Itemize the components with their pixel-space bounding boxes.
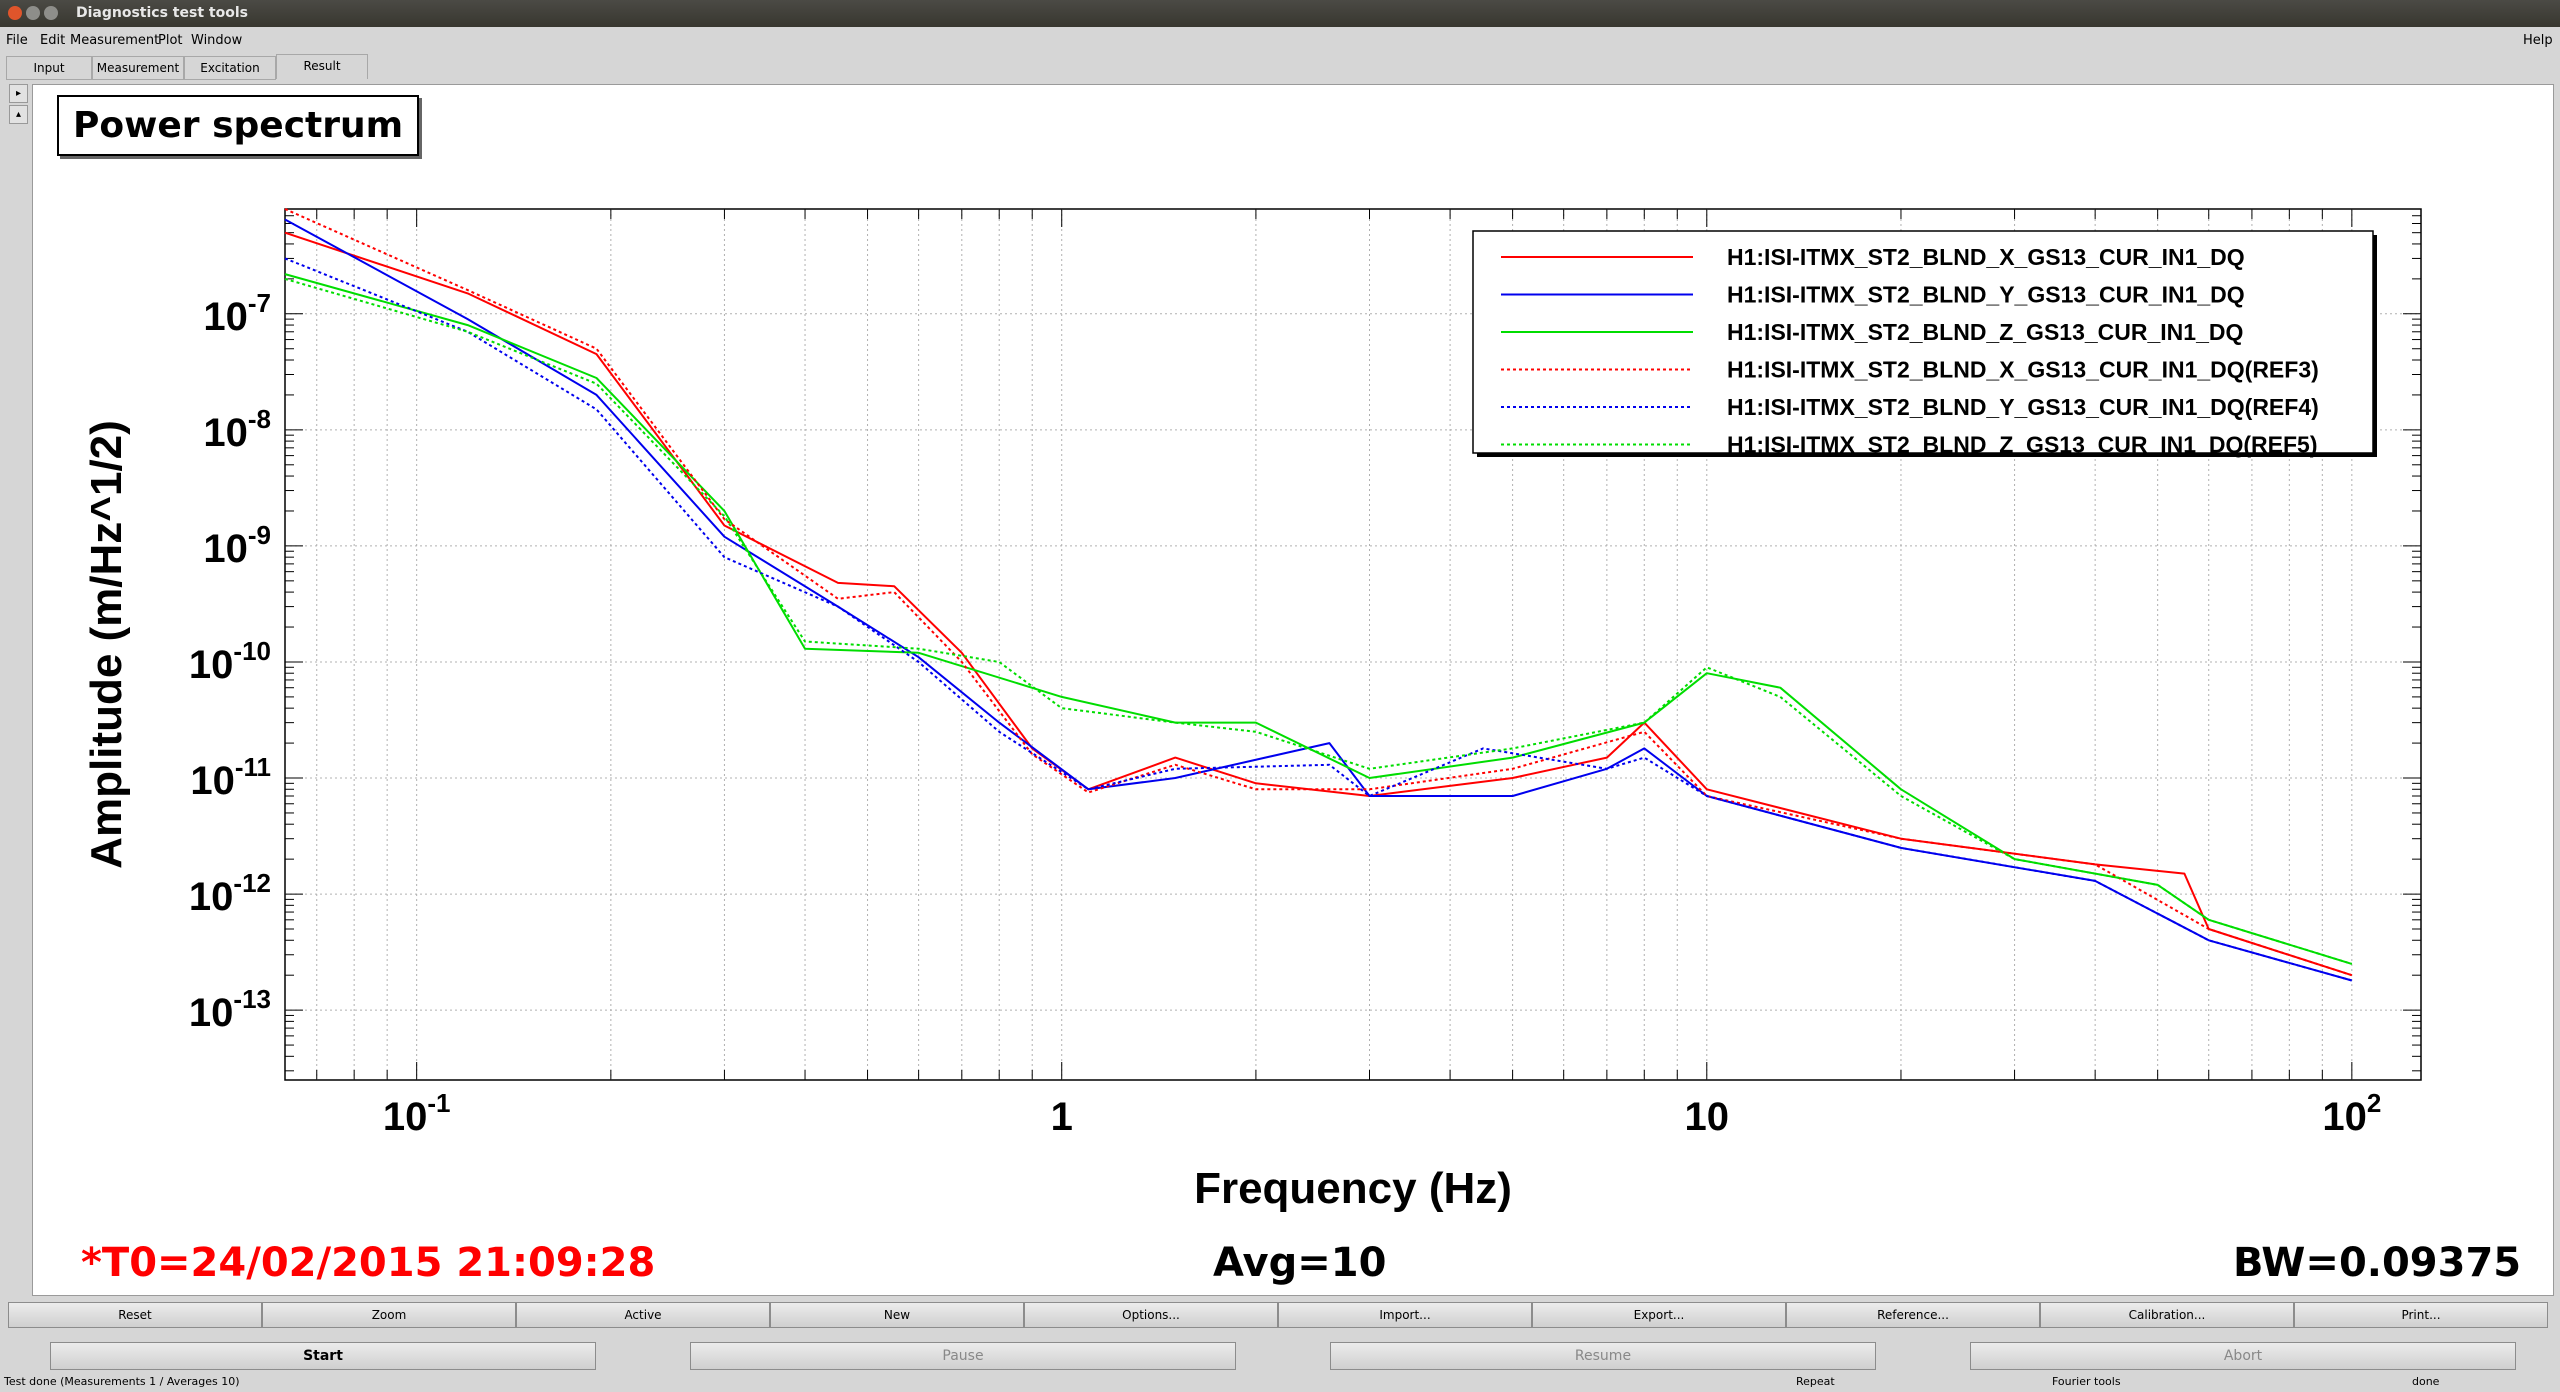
new-button[interactable]: New	[770, 1302, 1024, 1328]
menu-bar: File Edit Measurement Plot Window Help	[0, 30, 2560, 52]
side-controls: ▸ ▴	[9, 84, 29, 126]
menu-plot[interactable]: Plot	[158, 33, 183, 48]
legend-label-5: H1:ISI-ITMX_ST2_BLND_Y_GS13_CUR_IN1_DQ(R…	[1727, 394, 2319, 420]
start-button[interactable]: Start	[50, 1342, 596, 1370]
options-button[interactable]: Options...	[1024, 1302, 1278, 1328]
calibration-button[interactable]: Calibration...	[2040, 1302, 2294, 1328]
menu-edit[interactable]: Edit	[40, 33, 65, 48]
x-axis-label: Frequency (Hz)	[1194, 1164, 1512, 1213]
abort-button[interactable]: Abort	[1970, 1342, 2516, 1370]
button-row-1: Reset Zoom Active New Options... Import.…	[8, 1302, 2553, 1328]
t0-timestamp: *T0=24/02/2015 21:09:28	[81, 1240, 656, 1286]
y-tick-label: 10-11	[190, 752, 271, 803]
status-tools: Fourier tools	[2052, 1375, 2121, 1388]
menu-window[interactable]: Window	[191, 33, 242, 48]
power-spectrum-chart[interactable]: 10-1 1 10 10210-710-810-910-1010-1110-1210-…	[33, 85, 2553, 1295]
status-bar: Test done (Measurements 1 / Averages 10)…	[0, 1372, 2560, 1392]
x-tick-label: 10-1	[383, 1088, 451, 1139]
y-tick-label: 10-13	[189, 984, 271, 1035]
resume-button[interactable]: Resume	[1330, 1342, 1876, 1370]
window-title: Diagnostics test tools	[76, 5, 248, 21]
tab-excitation[interactable]: Excitation	[184, 56, 276, 80]
y-axis-label: Amplitude (m/Hz^1/2)	[82, 420, 131, 869]
minimize-window-icon[interactable]	[26, 6, 40, 20]
y-tick-label: 10-7	[203, 288, 271, 339]
menu-file[interactable]: File	[6, 33, 28, 48]
export-button[interactable]: Export...	[1532, 1302, 1786, 1328]
x-tick-label: 1	[1051, 1095, 1073, 1139]
collapse-arrow-icon[interactable]: ▴	[9, 105, 28, 124]
legend-label-1: H1:ISI-ITMX_ST2_BLND_X_GS13_CUR_IN1_DQ	[1727, 244, 2245, 270]
y-tick-label: 10-12	[189, 868, 271, 919]
tab-input[interactable]: Input	[6, 56, 92, 80]
expand-arrow-icon[interactable]: ▸	[9, 84, 28, 103]
tab-bar: Input Measurement Excitation Result	[6, 54, 368, 80]
import-button[interactable]: Import...	[1278, 1302, 1532, 1328]
legend-label-4: H1:ISI-ITMX_ST2_BLND_X_GS13_CUR_IN1_DQ(R…	[1727, 357, 2319, 383]
menu-help[interactable]: Help	[2523, 33, 2553, 48]
print-button[interactable]: Print...	[2294, 1302, 2548, 1328]
tab-result[interactable]: Result	[276, 54, 368, 79]
menu-measurement[interactable]: Measurement	[70, 33, 159, 48]
bandwidth-label: BW=0.09375	[2233, 1240, 2522, 1286]
close-window-icon[interactable]	[8, 6, 22, 20]
legend-label-3: H1:ISI-ITMX_ST2_BLND_Z_GS13_CUR_IN1_DQ	[1727, 319, 2243, 345]
x-tick-label: 10	[1685, 1095, 1730, 1139]
reference-button[interactable]: Reference...	[1786, 1302, 2040, 1328]
y-tick-label: 10-8	[203, 404, 271, 455]
pause-button[interactable]: Pause	[690, 1342, 1236, 1370]
status-state: done	[2412, 1375, 2440, 1388]
active-button[interactable]: Active	[516, 1302, 770, 1328]
plot-panel: Power spectrum 10-1 1 10 102 10-7 10-8 10-9 10-…	[32, 84, 2554, 1296]
status-message: Test done (Measurements 1 / Averages 10)	[4, 1375, 240, 1388]
legend-label-2: H1:ISI-ITMX_ST2_BLND_Y_GS13_CUR_IN1_DQ	[1727, 282, 2245, 308]
window-titlebar: Diagnostics test tools	[0, 0, 2560, 27]
legend-label-6: H1:ISI-ITMX_ST2_BLND_Z_GS13_CUR_IN1_DQ(R…	[1727, 432, 2317, 458]
y-tick-label: 10-9	[203, 520, 271, 571]
averages-label: Avg=10	[1213, 1240, 1387, 1286]
zoom-button[interactable]: Zoom	[262, 1302, 516, 1328]
y-tick-label: 10-10	[189, 636, 271, 687]
maximize-window-icon[interactable]	[44, 6, 58, 20]
x-tick-label: 102	[2322, 1088, 2381, 1139]
button-row-2: Start Pause Resume Abort	[8, 1342, 2553, 1370]
reset-button[interactable]: Reset	[8, 1302, 262, 1328]
tab-measurement[interactable]: Measurement	[92, 56, 184, 80]
status-repeat: Repeat	[1796, 1375, 1835, 1388]
